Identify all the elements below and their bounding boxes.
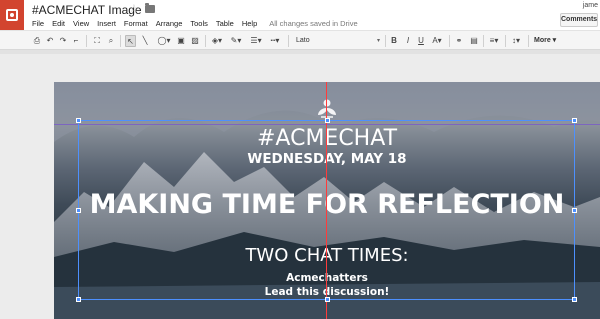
ruler	[0, 50, 600, 54]
star-icon[interactable]: ☆	[129, 2, 139, 15]
border-weight-icon[interactable]: ☰▾	[249, 35, 263, 47]
menu-arrange[interactable]: Arrange	[156, 19, 183, 28]
title-bar: #ACMECHAT Image ☆ jame Comments File Edi…	[0, 0, 600, 30]
underline-button[interactable]: U	[416, 35, 426, 47]
resize-handle-top-right[interactable]	[572, 118, 577, 123]
italic-button[interactable]: I	[403, 35, 413, 47]
redo-icon[interactable]: ↷	[58, 35, 68, 47]
bold-button[interactable]: B	[389, 35, 399, 47]
selection-box[interactable]	[76, 118, 577, 302]
align-icon[interactable]: ≡▾	[487, 35, 501, 47]
comments-button[interactable]: Comments	[560, 13, 598, 27]
menu-help[interactable]: Help	[242, 19, 257, 28]
slides-logo-icon	[6, 9, 18, 21]
text-color-icon[interactable]: A▾	[430, 35, 444, 47]
menu-view[interactable]: View	[73, 19, 89, 28]
menu-insert[interactable]: Insert	[97, 19, 116, 28]
resize-handle-top[interactable]	[325, 118, 330, 123]
zoom-icon[interactable]: ⌕	[106, 35, 116, 47]
fill-color-icon[interactable]: ◈▾	[210, 35, 224, 47]
user-name[interactable]: jame	[583, 2, 598, 9]
fit-icon[interactable]: ⛶	[92, 35, 102, 47]
border-color-icon[interactable]: ✎▾	[229, 35, 243, 47]
link-icon[interactable]: ⚭	[453, 35, 465, 47]
resize-handle-top-left[interactable]	[76, 118, 81, 123]
resize-handle-bottom-right[interactable]	[572, 297, 577, 302]
save-status: All changes saved in Drive	[269, 18, 358, 28]
print-icon[interactable]: ⎙	[32, 35, 42, 47]
more-label: More	[534, 37, 551, 44]
menu-format[interactable]: Format	[124, 19, 148, 28]
resize-handle-bottom-left[interactable]	[76, 297, 81, 302]
folder-icon[interactable]	[145, 3, 155, 13]
menu-table[interactable]: Table	[216, 19, 234, 28]
image-icon[interactable]: ▨	[190, 35, 200, 47]
textbox-icon[interactable]: ▣	[176, 35, 186, 47]
line-spacing-icon[interactable]: ↕▾	[509, 35, 523, 47]
resize-handle-bottom[interactable]	[325, 297, 330, 302]
paint-format-icon[interactable]: ⌐	[71, 35, 81, 47]
border-dash-icon[interactable]: ┅▾	[268, 35, 282, 47]
menu-edit[interactable]: Edit	[52, 19, 65, 28]
font-family-select[interactable]: Lato	[296, 35, 310, 47]
menu-file[interactable]: File	[32, 19, 44, 28]
toolbar: ⎙ ↶ ↷ ⌐ ⛶ ⌕ ↖ ╲ ◯▾ ▣ ▨ ◈▾ ✎▾ ☰▾ ┅▾ Lato …	[0, 30, 600, 50]
document-title[interactable]: #ACMECHAT Image	[32, 3, 142, 17]
comment-icon[interactable]: ▤	[469, 35, 479, 47]
line-tool-icon[interactable]: ╲	[139, 35, 151, 47]
font-dropdown-caret-icon[interactable]: ▾	[377, 35, 380, 47]
more-button[interactable]: More ▾	[534, 35, 556, 47]
select-tool-icon[interactable]: ↖	[125, 35, 136, 47]
slides-logo[interactable]	[0, 0, 24, 30]
shape-tool-icon[interactable]: ◯▾	[157, 35, 171, 47]
undo-icon[interactable]: ↶	[45, 35, 55, 47]
menu-bar: File Edit View Insert Format Arrange Too…	[32, 17, 358, 29]
menu-tools[interactable]: Tools	[190, 19, 208, 28]
resize-handle-right[interactable]	[572, 208, 577, 213]
resize-handle-left[interactable]	[76, 208, 81, 213]
